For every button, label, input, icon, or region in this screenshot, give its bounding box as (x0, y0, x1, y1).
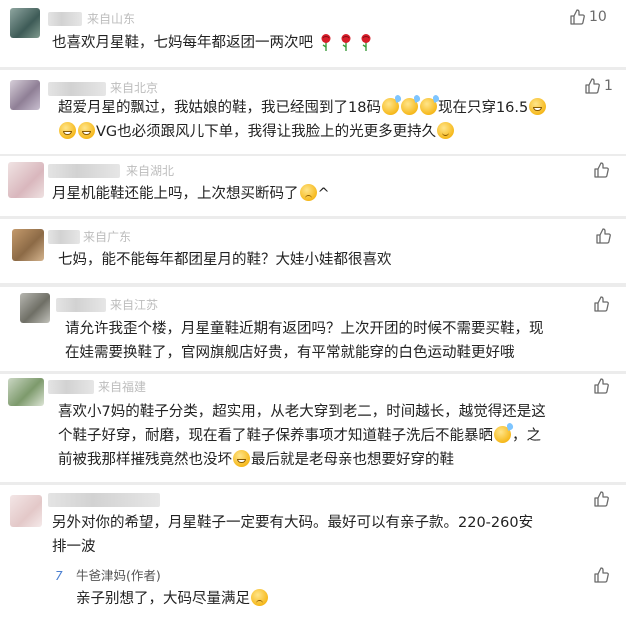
sad-emoji-icon (251, 589, 268, 606)
avatar[interactable] (8, 378, 44, 406)
thumbs-up-icon (570, 9, 585, 25)
comment-text-line-1: 另外对你的希望，月星鞋子一定要有大码。最好可以有亲子款。220-260安 (52, 515, 534, 531)
avatar[interactable] (10, 495, 42, 527)
location-label: 来自山东 (87, 12, 136, 26)
thumbs-up-icon (594, 296, 609, 312)
comment-1: 来自山东 10 也喜欢月星鞋，七妈每年都返团一两次吧 (0, 0, 626, 67)
like-button[interactable]: 1 (584, 78, 613, 94)
comment-text-line-2: 个鞋子好穿，耐磨，现在看了鞋子保养事项才知道鞋子洗后不能暴晒 ，之 (58, 426, 541, 444)
comment-list: 来自山东 10 也喜欢月星鞋，七妈每年都返团一两次吧 来自北京 1 超爱月星的飘… (0, 0, 626, 621)
grin-emoji-icon (78, 122, 95, 139)
rose-emoji-icon (321, 34, 331, 51)
username-blurred[interactable] (48, 82, 106, 96)
thumbs-up-icon (596, 228, 611, 244)
username-blurred[interactable] (48, 493, 160, 507)
author-avatar[interactable]: 7 (55, 569, 69, 583)
grin-emoji-icon (233, 450, 250, 467)
comment-text-line-1: 请允许我歪个楼，月星童鞋近期有返团吗？上次开团的时候不需要买鞋，现 (65, 321, 544, 337)
sad-emoji-icon (299, 184, 317, 201)
like-button[interactable] (593, 378, 609, 394)
rose-emoji-icon (361, 34, 371, 51)
comment-text-line-2: 排一波 (52, 539, 96, 555)
comment-text: 也喜欢月星鞋，七妈每年都返团一两次吧 (52, 31, 373, 55)
comment-text-line-3: 前被我那样摧残竟然也没坏 最后就是老母亲也想要好穿的鞋 (58, 450, 454, 468)
avatar[interactable] (8, 162, 44, 198)
avatar[interactable] (10, 80, 40, 110)
location-label: 来自福建 (98, 380, 147, 394)
sweat-emoji-icon (381, 98, 399, 115)
avatar[interactable] (10, 8, 40, 38)
comment-7: 另外对你的希望，月星鞋子一定要有大码。最好可以有亲子款。220-260安 排一波… (0, 485, 626, 621)
like-button[interactable] (595, 228, 611, 244)
comment-text-line-2: 在娃需要换鞋了，官网旗舰店好贵，有平常就能穿的白色运动鞋更好哦 (65, 345, 515, 361)
reply-like-button[interactable] (593, 567, 609, 583)
sweat-emoji-icon (400, 98, 418, 115)
sweat-emoji-icon (494, 426, 511, 443)
comment-text-line-1: 喜欢小7妈的鞋子分类，超实用，从老大穿到老二，时间越长，越觉得还是这 (58, 404, 546, 420)
grin-emoji-icon (529, 98, 547, 115)
username-blurred[interactable] (56, 298, 106, 312)
username-blurred[interactable] (48, 380, 94, 394)
location-label: 来自湖北 (126, 164, 175, 178)
comment-text-line-1: 超爱月星的飘过，我姑娘的鞋，我已经囤到了18码 现在只穿16.5 (58, 96, 547, 120)
grin-emoji-icon (59, 122, 76, 139)
comment-text: 月星机能鞋还能上吗，上次想买断码了 ^ (52, 184, 330, 202)
sweat-emoji-icon (419, 98, 437, 115)
comment-5: 来自江苏 请允许我歪个楼，月星童鞋近期有返团吗？上次开团的时候不需要买鞋，现 在… (0, 287, 626, 371)
comment-text: 七妈，能不能每年都团星月的鞋？大娃小娃都很喜欢 (58, 252, 392, 268)
comment-2: 来自北京 1 超爱月星的飘过，我姑娘的鞋，我已经囤到了18码 现在只穿16.5 V… (0, 70, 626, 154)
avatar[interactable] (12, 229, 44, 261)
rose-emoji-icon (341, 34, 351, 51)
laugh-emoji-icon (437, 122, 455, 139)
comment-3: 来自湖北 月星机能鞋还能上吗，上次想买断码了 ^ (0, 156, 626, 216)
like-count: 10 (589, 9, 607, 25)
like-button[interactable] (593, 491, 609, 507)
thumbs-up-icon (585, 78, 600, 94)
reply-text: 亲子别想了，大码尽量满足 (76, 587, 269, 611)
comment-4: 来自广东 七妈，能不能每年都团星月的鞋？大娃小娃都很喜欢 (0, 219, 626, 283)
username-blurred[interactable] (48, 164, 120, 178)
location-label: 来自北京 (110, 81, 159, 95)
username-blurred[interactable] (48, 230, 80, 244)
like-button[interactable] (593, 296, 609, 312)
avatar[interactable] (20, 293, 50, 323)
like-button[interactable] (593, 162, 609, 178)
like-button[interactable]: 10 (569, 9, 607, 25)
thumbs-up-icon (594, 162, 609, 178)
location-label: 来自广东 (83, 230, 132, 244)
thumbs-up-icon (594, 378, 609, 394)
like-count: 1 (604, 78, 613, 94)
comment-6: 来自福建 喜欢小7妈的鞋子分类，超实用，从老大穿到老二，时间越长，越觉得还是这 … (0, 374, 626, 482)
thumbs-up-icon (594, 567, 609, 583)
thumbs-up-icon (594, 491, 609, 507)
location-label: 来自江苏 (110, 298, 159, 312)
username-blurred[interactable] (48, 12, 82, 26)
comment-text-line-2: VG也必须跟风儿下单，我得让我脸上的光更多更持久 (58, 120, 455, 144)
author-name[interactable]: 牛爸津妈(作者) (76, 569, 161, 583)
